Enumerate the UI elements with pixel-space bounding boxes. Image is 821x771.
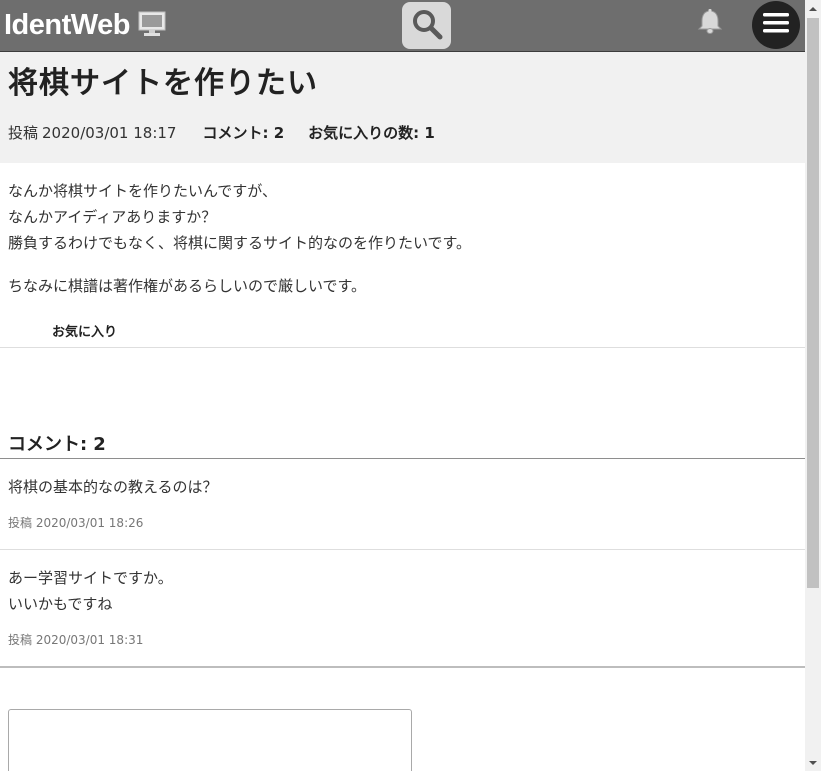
comment-text: いいかもですね [8, 595, 113, 613]
comment-item: 将棋の基本的なの教えるのは？ 投稿 2020/03/01 18:26 [8, 474, 218, 531]
top-nav-bar: IdentWeb [0, 0, 805, 52]
site-logo[interactable]: IdentWeb [4, 6, 166, 44]
post-title: 将棋サイトを作りたい [8, 66, 318, 101]
post-body: なんか将棋サイトを作りたいんですが、 なんかアイディアありますか？ 勝負するわけ… [8, 178, 471, 299]
page: IdentWeb 将棋サイトを作りたい 投稿 2020/03/01 18:17 … [0, 0, 805, 771]
comment-text: あー学習サイトですか。 [8, 569, 173, 587]
comment-timestamp: 投稿 2020/03/01 18:26 [8, 516, 144, 530]
posted-label: 投稿 [8, 124, 39, 142]
monitor-icon [138, 11, 166, 41]
comments-heading-label: コメント [8, 434, 80, 455]
body-line: なんか将棋サイトを作りたいんですが、 [8, 182, 277, 200]
bell-icon [696, 8, 724, 40]
scroll-down-arrow-icon[interactable] [805, 754, 821, 771]
divider [0, 666, 805, 668]
post-meta: 投稿 2020/03/01 18:17 コメント: 2 お気に入りの数: 1 [8, 122, 435, 143]
body-line: ちなみに棋譜は著作権があるらしいので厳しいです。 [8, 277, 367, 295]
site-name: IdentWeb [4, 8, 130, 41]
body-line: なんかアイディアありますか？ [8, 208, 217, 226]
divider [0, 458, 805, 459]
scrollbar-thumb[interactable] [807, 18, 819, 588]
divider [0, 549, 805, 550]
favorites-count: お気に入りの数: 1 [308, 124, 435, 142]
comment-item: あー学習サイトですか。 いいかもですね 投稿 2020/03/01 18:31 [8, 565, 173, 648]
vertical-scrollbar[interactable] [805, 0, 821, 771]
post-header: 将棋サイトを作りたい 投稿 2020/03/01 18:17 コメント: 2 お… [0, 52, 805, 163]
scroll-up-arrow-icon[interactable] [805, 0, 821, 17]
hamburger-menu-icon [763, 12, 789, 38]
body-line: 勝負するわけでもなく、将棋に関するサイト的なのを作りたいです。 [8, 234, 472, 252]
comment-timestamp: 投稿 2020/03/01 18:31 [8, 633, 144, 647]
notifications-button[interactable] [694, 8, 726, 40]
favorite-button[interactable]: お気に入り [52, 321, 117, 340]
comment-count: コメント: 2 [202, 124, 285, 142]
menu-button[interactable] [752, 1, 800, 49]
comments-heading: コメント: 2 [8, 434, 106, 455]
comment-text: 将棋の基本的なの教えるのは？ [8, 478, 218, 496]
search-button[interactable] [402, 2, 451, 49]
search-icon [410, 7, 444, 45]
posted-date: 2020/03/01 18:17 [42, 124, 177, 142]
comment-input[interactable] [8, 709, 412, 771]
comments-heading-count: 2 [93, 434, 106, 455]
divider [0, 347, 805, 348]
